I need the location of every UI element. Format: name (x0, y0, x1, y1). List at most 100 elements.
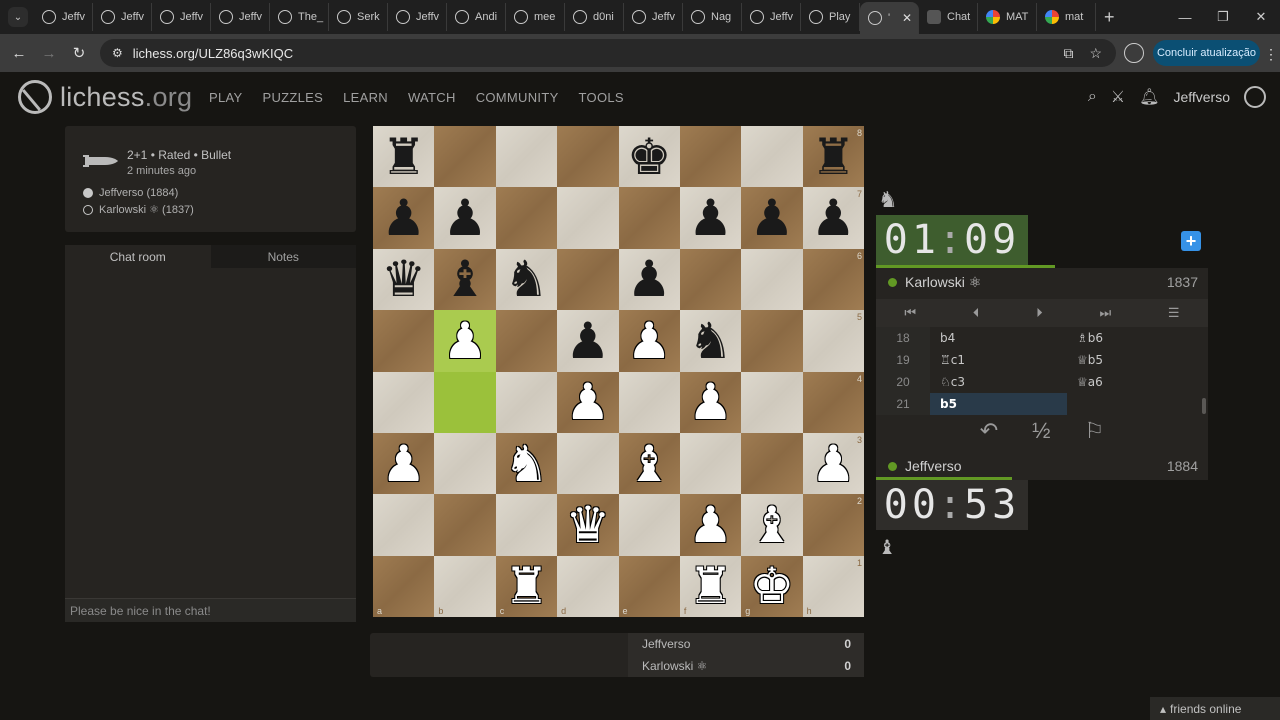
square-b4[interactable] (434, 371, 496, 433)
square-f2[interactable]: ♟ (679, 494, 742, 556)
browser-tab[interactable]: Nag (683, 3, 742, 31)
black-pawn-icon[interactable]: ♟ (381, 193, 426, 243)
square-a4[interactable] (373, 371, 435, 433)
black-move[interactable]: ♗b6 (1067, 327, 1204, 349)
browser-tab[interactable]: d0ni (565, 3, 624, 31)
square-e8[interactable]: ♚ (618, 126, 680, 188)
username-link[interactable]: Jeffverso (1173, 89, 1230, 105)
black-pawn-icon[interactable]: ♟ (627, 254, 672, 304)
install-app-icon[interactable]: ⧉ (1063, 45, 1073, 62)
takeback-icon[interactable]: ↶ (980, 418, 998, 444)
square-h6[interactable]: 6 (802, 248, 864, 311)
black-pawn-icon[interactable]: ♟ (565, 316, 610, 366)
browser-tab[interactable]: Andi (447, 3, 506, 31)
square-f8[interactable] (679, 126, 742, 188)
black-pawn-icon[interactable]: ♟ (443, 193, 488, 243)
chat-input[interactable]: Please be nice in the chat! (65, 598, 356, 622)
restore-icon[interactable]: ❐ (1204, 0, 1242, 34)
white-player[interactable]: Jeffverso (1884) (83, 187, 178, 199)
add-time-button[interactable]: + (1181, 231, 1201, 251)
square-a3[interactable]: ♟ (373, 432, 435, 495)
square-e7[interactable] (618, 187, 680, 249)
black-knight-icon[interactable]: ♞ (504, 254, 549, 304)
browser-tab[interactable]: Jeffv (93, 3, 152, 31)
new-tab-button[interactable]: + (1104, 7, 1115, 28)
square-b2[interactable] (434, 494, 496, 556)
square-g4[interactable] (741, 371, 803, 433)
lichess-logo[interactable]: lichess.org (18, 80, 192, 114)
update-button[interactable]: Concluir atualização (1153, 40, 1260, 66)
back-icon[interactable]: ← (4, 45, 34, 62)
profile-icon[interactable] (1124, 43, 1144, 63)
square-c6[interactable]: ♞ (495, 248, 558, 311)
white-pawn-icon[interactable]: ♟ (381, 439, 426, 489)
browser-tab[interactable]: Jeffv (152, 3, 211, 31)
white-move[interactable]: ♖c1 (930, 349, 1067, 371)
square-e1[interactable]: e (618, 555, 680, 617)
resign-flag-icon[interactable]: ⚐ (1085, 418, 1105, 444)
close-tab-icon[interactable]: ✕ (902, 11, 912, 25)
browser-tab[interactable]: mee (506, 3, 565, 31)
black-pawn-icon[interactable]: ♟ (688, 193, 733, 243)
square-e4[interactable] (618, 371, 680, 433)
square-f1[interactable]: ♜ f (679, 555, 742, 617)
browser-tab[interactable]: Play (801, 3, 860, 31)
square-d4[interactable]: ♟ (557, 371, 619, 433)
browser-tab[interactable]: Jeffv (742, 3, 801, 31)
browser-tab[interactable]: mat (1037, 3, 1096, 31)
white-pawn-icon[interactable]: ♟ (688, 377, 733, 427)
prev-move-icon[interactable]: ⏴ (973, 305, 980, 321)
browser-tab[interactable]: MAT (978, 3, 1037, 31)
white-player-label[interactable]: Jeffverso (1884) (99, 187, 178, 199)
square-g8[interactable] (741, 126, 803, 188)
square-d8[interactable] (557, 126, 619, 188)
square-c8[interactable] (495, 126, 558, 188)
square-b5[interactable]: ♟ (434, 310, 496, 372)
square-h8[interactable]: ♜ 8 (802, 126, 864, 188)
tab-chat-room[interactable]: Chat room (65, 245, 211, 268)
black-bishop-icon[interactable]: ♝ (443, 254, 488, 304)
black-pawn-icon[interactable]: ♟ (811, 193, 856, 243)
square-g7[interactable]: ♟ (741, 187, 803, 249)
minimize-icon[interactable]: — (1166, 0, 1204, 34)
square-c3[interactable]: ♞ (495, 432, 558, 495)
white-move[interactable]: b5 (930, 393, 1067, 415)
square-b8[interactable] (434, 126, 496, 188)
nav-tools[interactable]: TOOLS (579, 90, 624, 105)
next-move-icon[interactable]: ⏵ (1036, 305, 1043, 321)
move-list-scrollbar[interactable] (1202, 398, 1206, 414)
square-e5[interactable]: ♟ (618, 310, 680, 372)
url-text[interactable]: lichess.org/ULZ86q3wKIQC (133, 46, 293, 61)
white-bishop-icon[interactable]: ♝ (627, 439, 672, 489)
square-c2[interactable] (495, 494, 558, 556)
square-d3[interactable] (557, 432, 619, 495)
nav-community[interactable]: COMMUNITY (476, 90, 559, 105)
tab-search-button[interactable]: ⌄ (8, 7, 28, 27)
search-icon[interactable]: ⌕ (1088, 88, 1097, 106)
square-e2[interactable] (618, 494, 680, 556)
close-window-icon[interactable]: ✕ (1242, 0, 1280, 34)
square-b3[interactable] (434, 432, 496, 495)
square-f5[interactable]: ♞ (679, 310, 742, 372)
black-rook-icon[interactable]: ♜ (381, 132, 426, 182)
browser-tab[interactable]: The_ (270, 3, 329, 31)
square-h3[interactable]: ♟ 3 (802, 432, 864, 495)
chess-board[interactable]: ♜ ♚ ♜ 8 ♟ ♟ ♟ ♟ ♟ 7 ♛ ♝ ♞ ♟ 6 ♟ ♟ ♟ ♞ 5 ♟ ♟ 4 ♟ ♞ ♝ ♟ 3 ♛ ♟ ♝ 2 a b ♜ c d e ♜ f… (373, 126, 864, 617)
white-knight-icon[interactable]: ♞ (504, 439, 549, 489)
forward-icon[interactable]: → (34, 45, 64, 62)
browser-tab[interactable]: Serk (329, 3, 388, 31)
black-move[interactable] (1067, 393, 1204, 415)
nav-play[interactable]: PLAY (209, 90, 242, 105)
square-g6[interactable] (741, 248, 803, 311)
user-avatar-icon[interactable] (1244, 86, 1266, 108)
square-c7[interactable] (495, 187, 558, 249)
offer-draw-icon[interactable]: ½ (1032, 418, 1050, 444)
white-pawn-icon[interactable]: ♟ (688, 500, 733, 550)
square-f3[interactable] (679, 432, 742, 495)
friends-online-button[interactable]: ▴ friends online (1150, 697, 1280, 720)
square-c1[interactable]: ♜ c (495, 555, 558, 617)
white-bishop-icon[interactable]: ♝ (750, 500, 795, 550)
square-h5[interactable]: 5 (802, 310, 864, 372)
square-e6[interactable]: ♟ (618, 248, 680, 311)
black-queen-icon[interactable]: ♛ (381, 254, 426, 304)
